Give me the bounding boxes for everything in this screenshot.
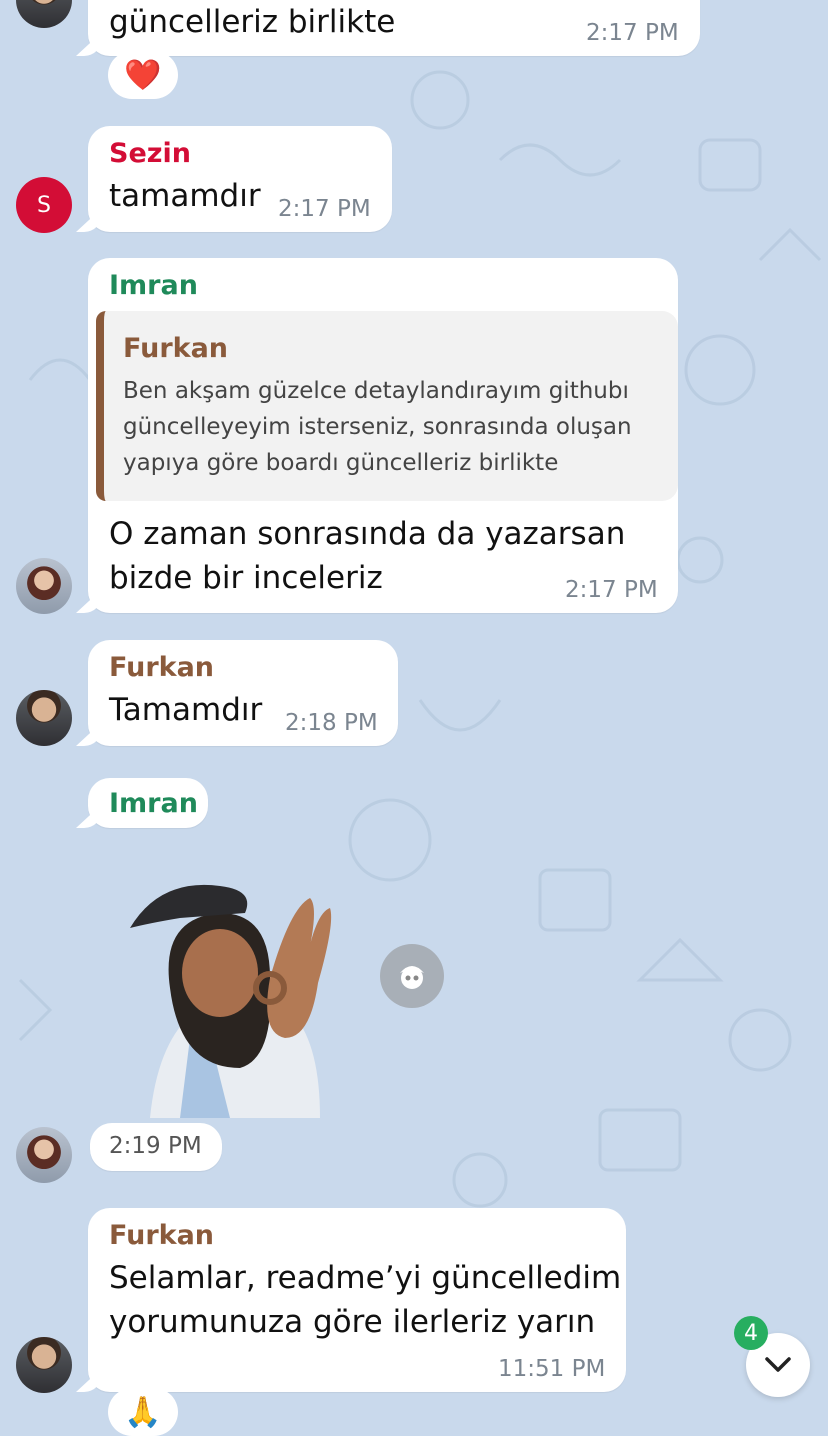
- quote-line: yapıya göre boardı güncelleriz birlikte: [123, 450, 559, 476]
- sender-name[interactable]: Furkan: [109, 652, 214, 683]
- message-time: 2:19 PM: [109, 1133, 202, 1159]
- message-text: tamamdır: [109, 178, 261, 214]
- message-text: bizde bir inceleriz: [109, 560, 383, 596]
- message-time: 2:17 PM: [586, 20, 679, 46]
- sticker-pack-icon[interactable]: [380, 944, 444, 1008]
- reaction-heart[interactable]: ❤️: [108, 51, 178, 99]
- reaction-pray[interactable]: 🙏: [108, 1388, 178, 1436]
- reply-quote[interactable]: Furkan Ben akşam güzelce detaylandırayım…: [96, 311, 678, 501]
- message-bubble[interactable]: Sezin tamamdır 2:17 PM: [88, 126, 392, 232]
- sender-name[interactable]: Imran: [109, 270, 198, 301]
- message-bubble[interactable]: Imran Furkan Ben akşam güzelce detayland…: [88, 258, 678, 613]
- quote-sender: Furkan: [123, 333, 229, 364]
- sticker-time-bubble: 2:19 PM: [90, 1123, 222, 1171]
- sticker-image[interactable]: [120, 868, 340, 1118]
- message-bubble[interactable]: Furkan Selamlar, readme’yi güncelledim y…: [88, 1208, 626, 1392]
- avatar-furkan[interactable]: [16, 690, 72, 746]
- avatar-letter: S: [37, 192, 51, 218]
- message-time: 2:17 PM: [278, 196, 371, 222]
- message-time: 2:18 PM: [285, 710, 378, 736]
- chevron-down-icon: [765, 1357, 791, 1372]
- message-text: yorumunuza göre ilerleriz yarın: [109, 1304, 596, 1340]
- message-time: 11:51 PM: [498, 1356, 606, 1382]
- avatar-imran[interactable]: [16, 558, 72, 614]
- unread-count-badge: 4: [734, 1316, 768, 1350]
- sender-name[interactable]: Imran: [109, 788, 198, 819]
- message-bubble[interactable]: Furkan Tamamdır 2:18 PM: [88, 640, 398, 746]
- quote-line: güncelleyeyim isterseniz, sonrasında olu…: [123, 414, 632, 440]
- message-time: 2:17 PM: [565, 577, 658, 603]
- avatar-furkan[interactable]: [16, 1337, 72, 1393]
- quote-line: Ben akşam güzelce detaylandırayım github…: [123, 378, 629, 404]
- message-text: O zaman sonrasında da yazarsan: [109, 516, 626, 552]
- sender-header-bubble[interactable]: Imran: [88, 778, 208, 828]
- message-text: güncelleriz birlikte: [109, 4, 396, 40]
- message-bubble[interactable]: güncelleriz birlikte 2:17 PM: [88, 0, 700, 56]
- avatar-imran[interactable]: [16, 1127, 72, 1183]
- sender-name[interactable]: Sezin: [109, 138, 191, 169]
- message-text: Tamamdır: [109, 692, 263, 728]
- avatar-sezin[interactable]: S: [16, 177, 72, 233]
- message-text: Selamlar, readme’yi güncelledim: [109, 1260, 622, 1296]
- sender-name[interactable]: Furkan: [109, 1220, 214, 1251]
